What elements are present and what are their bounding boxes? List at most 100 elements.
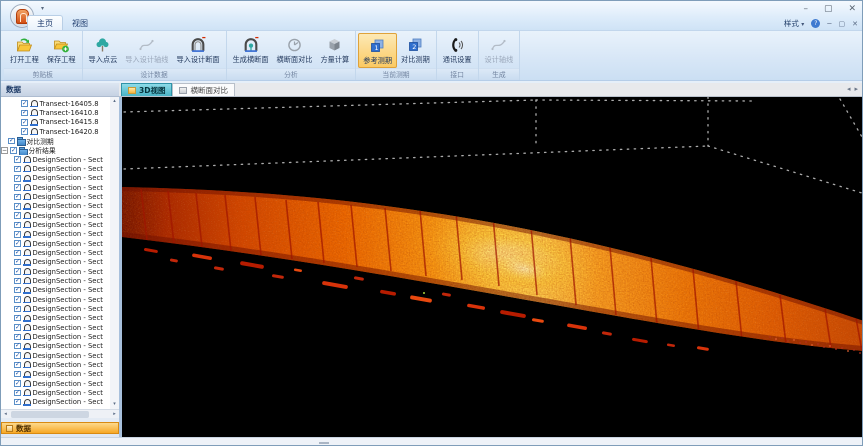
- ribbon-minimize-button[interactable]: ─: [827, 20, 831, 28]
- checkbox-checked[interactable]: [14, 380, 21, 387]
- expander-icon[interactable]: −: [1, 147, 8, 154]
- tab-scroll-right-icon[interactable]: [854, 85, 858, 93]
- open-project-button[interactable]: 打开工程: [6, 33, 43, 66]
- tree-item-section[interactable]: DesignSection - Sect: [1, 248, 110, 257]
- ribbon-close-button[interactable]: ✕: [852, 20, 858, 28]
- checkbox-checked[interactable]: [14, 231, 21, 238]
- tree-item-transect[interactable]: Transect-16405.8: [1, 99, 110, 108]
- tree-item-transect[interactable]: Transect-16415.8: [1, 118, 110, 127]
- viewport-3d[interactable]: [122, 97, 863, 437]
- checkbox-checked[interactable]: [14, 175, 21, 182]
- checkbox-checked[interactable]: [14, 343, 21, 350]
- tree-item-section[interactable]: DesignSection - Sect: [1, 304, 110, 313]
- tree-item-section[interactable]: DesignSection - Sect: [1, 398, 110, 407]
- section-compare-button[interactable]: 横断面对比: [273, 33, 317, 66]
- tree-item-transect[interactable]: Transect-16420.8: [1, 127, 110, 136]
- tree-item-section[interactable]: DesignSection - Sect: [1, 174, 110, 183]
- tree-item-section[interactable]: DesignSection - Sect: [1, 360, 110, 369]
- checkbox-checked[interactable]: [14, 334, 21, 341]
- checkbox-checked[interactable]: [21, 128, 28, 135]
- checkbox-checked[interactable]: [14, 212, 21, 219]
- import-design-section-button[interactable]: 导入设计断面: [172, 33, 223, 66]
- tree-item-section[interactable]: DesignSection - Sect: [1, 332, 110, 341]
- checkbox-checked[interactable]: [21, 110, 28, 117]
- data-panel-bottom-tab[interactable]: 数据: [1, 422, 119, 434]
- checkbox-checked[interactable]: [14, 315, 21, 322]
- tree-item-section[interactable]: DesignSection - Sect: [1, 230, 110, 239]
- tree-item-result-folder[interactable]: −分析结果: [1, 146, 110, 155]
- checkbox-checked[interactable]: [14, 371, 21, 378]
- tree-item-section[interactable]: DesignSection - Sect: [1, 183, 110, 192]
- checkbox-checked[interactable]: [14, 156, 21, 163]
- tree-item-section[interactable]: DesignSection - Sect: [1, 155, 110, 164]
- tree-item-section[interactable]: DesignSection - Sect: [1, 379, 110, 388]
- checkbox-checked[interactable]: [14, 166, 21, 173]
- tree-item-section[interactable]: DesignSection - Sect: [1, 192, 110, 201]
- design-axis-button[interactable]: 设计轴线: [481, 33, 518, 66]
- import-design-axis-button[interactable]: 导入设计轴线: [121, 33, 172, 66]
- tree-item-section[interactable]: DesignSection - Sect: [1, 342, 110, 351]
- scroll-up-icon[interactable]: [110, 97, 119, 106]
- checkbox-checked[interactable]: [14, 278, 21, 285]
- tree-item-section[interactable]: DesignSection - Sect: [1, 276, 110, 285]
- tree-vertical-scrollbar[interactable]: [110, 97, 119, 409]
- checkbox-checked[interactable]: [14, 362, 21, 369]
- checkbox-checked[interactable]: [14, 203, 21, 210]
- checkbox-checked[interactable]: [14, 324, 21, 331]
- checkbox-checked[interactable]: [14, 399, 21, 406]
- tree-item-section[interactable]: DesignSection - Sect: [1, 370, 110, 379]
- maximize-button[interactable]: ▢: [824, 3, 833, 15]
- checkbox-checked[interactable]: [21, 100, 28, 107]
- tab-scroll-left-icon[interactable]: [847, 85, 851, 93]
- checkbox-checked[interactable]: [14, 259, 21, 266]
- checkbox-checked[interactable]: [14, 390, 21, 397]
- checkbox-checked[interactable]: [21, 119, 28, 126]
- tree-item-section[interactable]: DesignSection - Sect: [1, 388, 110, 397]
- compare-period-button[interactable]: 2 对比测期: [397, 33, 434, 66]
- tree-item-transect[interactable]: Transect-16410.8: [1, 108, 110, 117]
- tree-item-section[interactable]: DesignSection - Sect: [1, 286, 110, 295]
- tree-item-section[interactable]: DesignSection - Sect: [1, 314, 110, 323]
- import-pointcloud-button[interactable]: 导入点云: [85, 33, 122, 66]
- tree-item-section[interactable]: DesignSection - Sect: [1, 202, 110, 211]
- tree-item-section[interactable]: DesignSection - Sect: [1, 351, 110, 360]
- tree-item-section[interactable]: DesignSection - Sect: [1, 267, 110, 276]
- minimize-button[interactable]: –: [803, 3, 808, 15]
- ribbon-tab-home[interactable]: 主页: [27, 15, 63, 30]
- tree-item-section[interactable]: DesignSection - Sect: [1, 220, 110, 229]
- tree-item-section[interactable]: DesignSection - Sect: [1, 295, 110, 304]
- checkbox-checked[interactable]: [14, 240, 21, 247]
- ribbon-tab-view[interactable]: 视图: [63, 16, 97, 30]
- tree-item-section[interactable]: DesignSection - Sect: [1, 164, 110, 173]
- volume-calc-button[interactable]: 方量计算: [316, 33, 353, 66]
- checkbox-checked[interactable]: [10, 147, 17, 154]
- checkbox-checked[interactable]: [14, 184, 21, 191]
- ribbon-restore-button[interactable]: ▢: [839, 20, 846, 28]
- comm-settings-button[interactable]: 通讯设置: [439, 33, 476, 66]
- quick-access-dropdown-icon[interactable]: ▾: [41, 5, 44, 12]
- checkbox-checked[interactable]: [14, 268, 21, 275]
- checkbox-checked[interactable]: [14, 194, 21, 201]
- checkbox-checked[interactable]: [14, 250, 21, 257]
- checkbox-checked[interactable]: [14, 296, 21, 303]
- scrollbar-thumb[interactable]: [11, 411, 89, 418]
- tab-3d-view[interactable]: 3D视图: [121, 83, 172, 96]
- tree-item-section[interactable]: DesignSection - Sect: [1, 239, 110, 248]
- checkbox-checked[interactable]: [8, 138, 15, 145]
- tree-item-compare-folder[interactable]: 对比测期: [1, 136, 110, 145]
- generate-section-button[interactable]: 生成横断面: [229, 33, 273, 66]
- checkbox-checked[interactable]: [14, 352, 21, 359]
- checkbox-checked[interactable]: [14, 306, 21, 313]
- save-project-button[interactable]: 保存工程: [43, 33, 80, 66]
- reference-period-button[interactable]: 1 参考测期: [358, 33, 397, 68]
- checkbox-checked[interactable]: [14, 287, 21, 294]
- checkbox-checked[interactable]: [14, 222, 21, 229]
- close-button[interactable]: ✕: [848, 3, 856, 15]
- tree-item-section[interactable]: DesignSection - Sect: [1, 211, 110, 220]
- style-dropdown[interactable]: 样式: [784, 18, 804, 29]
- scroll-down-icon[interactable]: [110, 400, 119, 409]
- help-button[interactable]: ?: [811, 19, 820, 28]
- tree-item-section[interactable]: DesignSection - Sect: [1, 258, 110, 267]
- tab-section-compare[interactable]: 横断面对比: [172, 83, 235, 96]
- tree-item-section[interactable]: DesignSection - Sect: [1, 323, 110, 332]
